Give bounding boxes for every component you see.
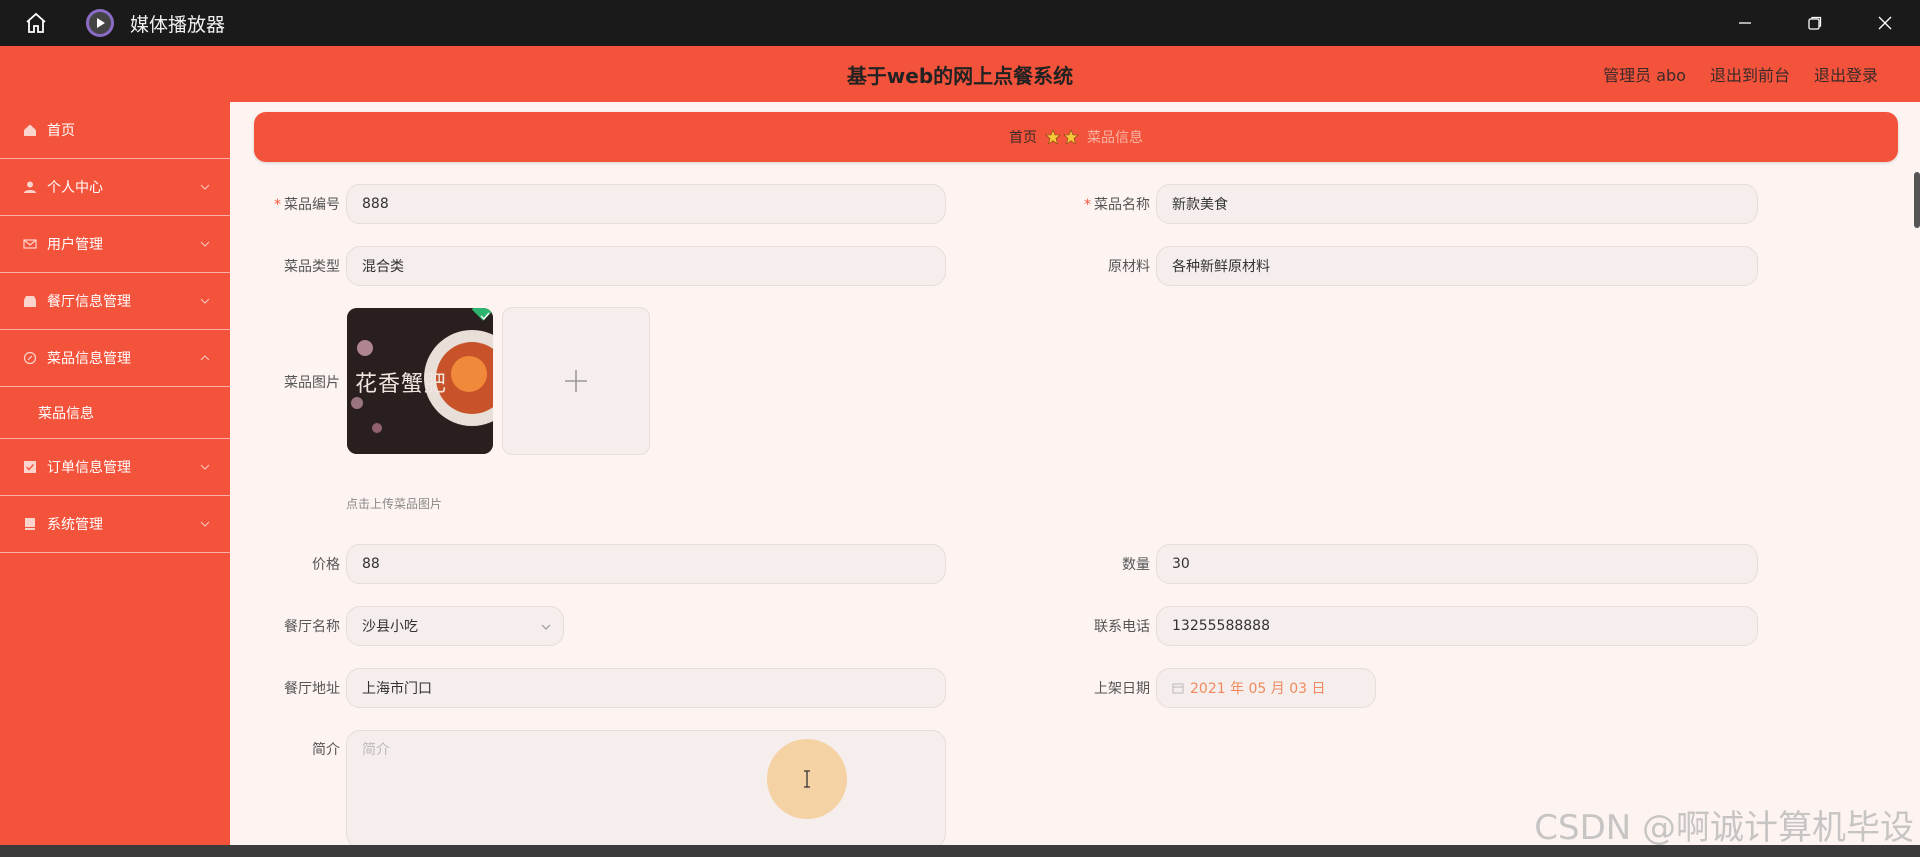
dish-image-label: 菜品图片: [284, 375, 340, 391]
breadcrumb-current: 菜品信息: [1087, 130, 1143, 146]
compass-icon: [22, 350, 38, 366]
address-input[interactable]: 上海市门口: [346, 668, 946, 708]
success-check-icon: [480, 312, 490, 321]
chevron-down-icon: [200, 184, 210, 190]
chevron-down-icon: [541, 624, 551, 630]
sidebar-item-label: 订单信息管理: [47, 460, 131, 476]
sidebar-item-label: 餐厅信息管理: [47, 294, 131, 310]
bottom-bar: [0, 845, 1920, 857]
calendar-icon: [1172, 683, 1184, 694]
watermark: CSDN @啊诚计算机毕设: [1534, 808, 1914, 848]
sidebar-item-system[interactable]: 系统管理: [0, 496, 230, 553]
breadcrumb: 首页 菜品信息: [254, 112, 1898, 162]
admin-label: 管理员 abo: [1603, 66, 1686, 85]
sidebar-item-orders[interactable]: 订单信息管理: [0, 439, 230, 496]
sidebar-item-label: 用户管理: [47, 237, 103, 253]
phone-label: 联系电话: [1094, 619, 1150, 635]
upload-tip: 点击上传菜品图片: [346, 497, 443, 511]
breadcrumb-separator: [1045, 129, 1079, 145]
price-label: 价格: [312, 557, 340, 573]
sidebar: 首页 个人中心 用户管理 餐厅信息管理 菜品信息管理 菜品信息 订单信息管理 系…: [0, 102, 230, 857]
restaurant-select[interactable]: 沙县小吃: [346, 606, 564, 646]
window-titlebar: 媒体播放器: [0, 0, 1920, 46]
dish-type-label: 菜品类型: [284, 259, 340, 275]
restaurant-selected-value: 沙县小吃: [362, 619, 418, 635]
home-icon: [22, 122, 38, 138]
scrollbar[interactable]: [1914, 172, 1920, 228]
quantity-input[interactable]: 30: [1156, 544, 1758, 584]
chevron-up-icon: [200, 355, 210, 361]
chevron-down-icon: [200, 521, 210, 527]
date-label: 上架日期: [1094, 681, 1150, 697]
user-icon: [22, 179, 38, 195]
material-label: 原材料: [1108, 259, 1150, 275]
upload-image-button[interactable]: [502, 307, 650, 455]
plus-icon: [565, 370, 587, 392]
quantity-label: 数量: [1122, 557, 1150, 573]
cursor-highlight: [767, 739, 847, 819]
chevron-down-icon: [200, 298, 210, 304]
breadcrumb-home[interactable]: 首页: [1009, 127, 1037, 147]
shop-icon: [22, 293, 38, 309]
sidebar-item-profile[interactable]: 个人中心: [0, 159, 230, 216]
window-title: 媒体播放器: [130, 13, 226, 36]
home-icon[interactable]: [18, 5, 54, 41]
intro-textarea[interactable]: 简介: [346, 730, 946, 848]
restaurant-label: 餐厅名称: [284, 619, 340, 635]
sidebar-item-label: 首页: [47, 123, 75, 139]
chevron-down-icon: [200, 241, 210, 247]
star-icon: [1063, 129, 1079, 145]
dish-name-label: * 菜品名称: [1084, 197, 1150, 213]
address-label: 餐厅地址: [284, 681, 340, 697]
window-controls: [1710, 0, 1920, 46]
logout-link[interactable]: 退出登录: [1814, 62, 1878, 86]
intro-label: 简介: [312, 742, 340, 758]
sidebar-item-label: 个人中心: [47, 180, 103, 196]
media-player-icon: [86, 9, 114, 37]
system-title: 基于web的网上点餐系统: [846, 63, 1074, 88]
main-content: 首页 菜品信息 * 菜品编号 888 * 菜品名称 新款美食 菜品类型 混合类 原材…: [230, 102, 1920, 857]
dish-type-input[interactable]: 混合类: [346, 246, 946, 286]
date-value: 2021 年 05 月 03 日: [1190, 681, 1326, 697]
sidebar-item-users[interactable]: 用户管理: [0, 216, 230, 273]
check-icon: [22, 459, 38, 475]
thumbnail-text: 花香蟹肥: [355, 372, 448, 397]
date-picker[interactable]: 2021 年 05 月 03 日: [1156, 668, 1376, 708]
dish-image-thumbnail[interactable]: 花香蟹肥: [347, 308, 493, 454]
book-icon: [22, 516, 38, 532]
close-button[interactable]: [1850, 0, 1920, 46]
sidebar-item-label: 菜品信息管理: [47, 351, 131, 367]
star-icon: [1045, 129, 1061, 145]
sidebar-item-label: 系统管理: [47, 517, 103, 533]
sidebar-subitem-dish-info[interactable]: 菜品信息: [0, 387, 230, 439]
dish-no-input[interactable]: 888: [346, 184, 946, 224]
dish-no-label: * 菜品编号: [274, 197, 340, 213]
restore-button[interactable]: [1780, 0, 1850, 46]
header-actions: 管理员 abo 退出到前台 退出登录: [1603, 46, 1878, 102]
sidebar-item-home[interactable]: 首页: [0, 102, 230, 159]
phone-input[interactable]: 13255588888: [1156, 606, 1758, 646]
sidebar-item-dish[interactable]: 菜品信息管理: [0, 330, 230, 387]
sidebar-item-restaurant[interactable]: 餐厅信息管理: [0, 273, 230, 330]
exit-to-front-link[interactable]: 退出到前台: [1710, 62, 1790, 86]
text-cursor-icon: [804, 770, 810, 788]
material-input[interactable]: 各种新鲜原材料: [1156, 246, 1758, 286]
app-header: 基于web的网上点餐系统 管理员 abo 退出到前台 退出登录: [0, 46, 1920, 102]
minimize-button[interactable]: [1710, 0, 1780, 46]
price-input[interactable]: 88: [346, 544, 946, 584]
chevron-down-icon: [200, 464, 210, 470]
mail-icon: [22, 236, 38, 252]
dish-name-input[interactable]: 新款美食: [1156, 184, 1758, 224]
